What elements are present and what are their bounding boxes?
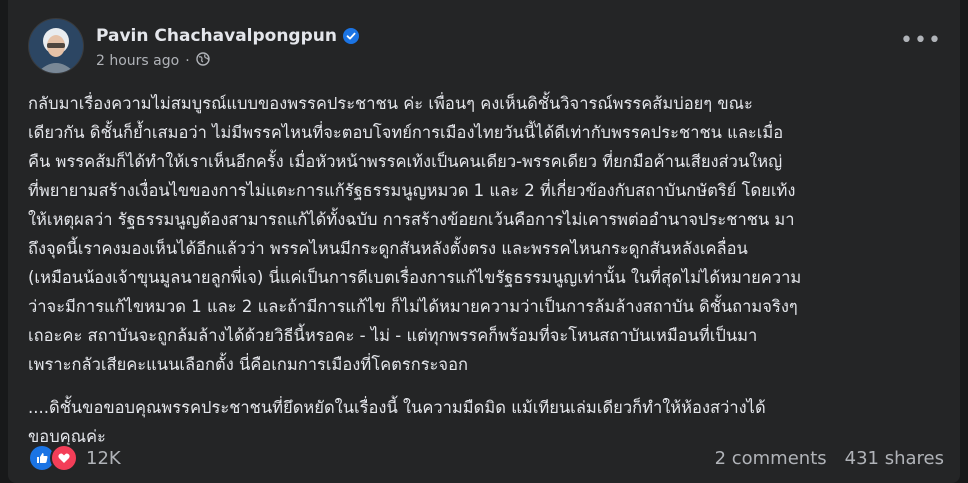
author-name[interactable]: Pavin Chachavalpongpun — [96, 26, 337, 46]
verified-badge-icon — [342, 28, 359, 44]
post-paragraph-1: กลับมาเรื่องความไม่สมบูรณ์แบบของพรรคประช… — [28, 94, 802, 374]
more-options-icon[interactable]: ••• — [900, 30, 941, 60]
post-meta: 2 hours ago · — [96, 52, 210, 70]
author-avatar[interactable] — [28, 18, 84, 74]
meta-separator: · — [185, 53, 190, 69]
globe-icon[interactable] — [195, 52, 210, 70]
post-timestamp[interactable]: 2 hours ago — [96, 53, 179, 69]
reactions-summary[interactable]: 12K — [28, 444, 121, 472]
post-text: กลับมาเรื่องความไม่สมบูรณ์แบบของพรรคประช… — [28, 89, 948, 465]
reaction-count: 12K — [86, 447, 121, 469]
author-name-row: Pavin Chachavalpongpun — [96, 26, 359, 46]
comments-count[interactable]: 2 comments — [715, 448, 827, 469]
love-icon — [50, 444, 78, 472]
post-header: Pavin Chachavalpongpun 2 hours ago · ••• — [28, 18, 944, 78]
post-footer: 12K 2 comments 431 shares — [28, 442, 944, 474]
engagement-stats: 2 comments 431 shares — [715, 448, 944, 469]
post-card: Pavin Chachavalpongpun 2 hours ago · •••… — [8, 0, 960, 483]
shares-count[interactable]: 431 shares — [845, 448, 944, 469]
